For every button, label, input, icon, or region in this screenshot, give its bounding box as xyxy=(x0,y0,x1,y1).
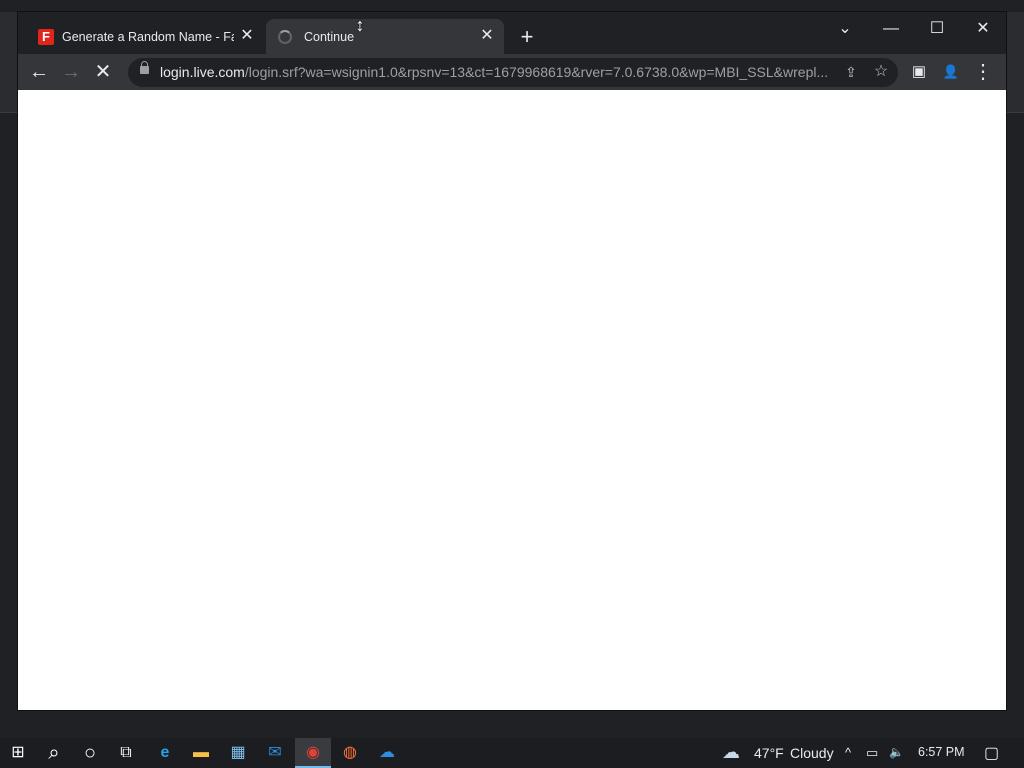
chrome-icon[interactable]: ◉ xyxy=(295,738,331,768)
edge-icon[interactable]: e xyxy=(147,738,183,768)
tab-search-chevron-icon[interactable]: ⌄ xyxy=(822,16,868,42)
close-window-button[interactable]: ✕ xyxy=(960,16,1006,42)
store-icon[interactable]: ▦ xyxy=(220,738,256,768)
task-view-icon[interactable]: ⧉ xyxy=(108,738,144,768)
bookmark-star-icon[interactable]: ☆ xyxy=(870,61,892,83)
tab-title: Continue xyxy=(304,29,355,44)
url-text[interactable]: login.live.com/login.srf?wa=wsignin1.0&r… xyxy=(160,64,830,80)
share-icon[interactable]: ⇪ xyxy=(840,61,862,83)
minimize-button[interactable]: — xyxy=(868,16,914,42)
side-panel-icon[interactable]: ▣ xyxy=(906,59,932,85)
notifications-icon[interactable]: ▢ xyxy=(984,743,999,763)
clock[interactable]: 6:57 PM xyxy=(918,745,965,759)
start-button[interactable]: ⊞ xyxy=(0,738,36,768)
firefox-icon[interactable]: ◍ xyxy=(332,738,368,768)
back-button[interactable]: ← xyxy=(26,59,52,85)
taskbar: ⊞ ⌕ ○ ⧉ e ▬ ▦ ✉ ◉ ◍ ☁ ☁ 47°F Cloudy ^ ▭ … xyxy=(0,738,1024,768)
fakename-f-icon: F xyxy=(38,28,54,45)
weather-condition[interactable]: Cloudy xyxy=(790,745,834,761)
address-bar[interactable]: login.live.com/login.srf?wa=wsignin1.0&r… xyxy=(128,58,898,87)
weather-cloud-icon[interactable]: ☁ xyxy=(722,742,740,763)
url-host: login.live.com xyxy=(160,64,245,80)
close-tab-icon[interactable]: ✕ xyxy=(478,27,496,45)
browser-toolbar: ← → ✕ login.live.com/login.srf?wa=wsigni… xyxy=(18,54,1006,90)
profile-icon[interactable]: 👤 xyxy=(938,59,964,85)
close-tab-icon[interactable]: ✕ xyxy=(238,27,256,45)
volume-icon[interactable]: 🔈 xyxy=(889,745,904,759)
maximize-button[interactable]: ☐ xyxy=(914,16,960,42)
tab-continue[interactable]: Continue ✕ xyxy=(266,19,504,54)
menu-icon[interactable]: ⋮ xyxy=(970,59,996,85)
tab-strip: F Generate a Random Name - Fake ✕ Contin… xyxy=(18,12,1006,54)
cortana-icon[interactable]: ○ xyxy=(72,738,108,768)
tab-title: Generate a Random Name - Fake xyxy=(62,29,234,44)
forward-button[interactable]: → xyxy=(58,59,84,85)
loading-spinner-icon xyxy=(278,29,292,44)
page-content[interactable] xyxy=(18,90,1006,710)
url-path: /login.srf?wa=wsignin1.0&rpsnv=13&ct=167… xyxy=(244,64,829,80)
browser-window: F Generate a Random Name - Fake ✕ Contin… xyxy=(18,12,1006,710)
lock-icon[interactable] xyxy=(140,61,149,74)
network-icon[interactable]: ▭ xyxy=(866,745,878,761)
weather-temperature[interactable]: 47°F xyxy=(754,745,784,761)
mail-icon[interactable]: ✉ xyxy=(257,738,293,768)
tab-fake-name-generator[interactable]: F Generate a Random Name - Fake ✕ xyxy=(28,19,264,54)
file-explorer-icon[interactable]: ▬ xyxy=(183,738,219,768)
search-icon[interactable]: ⌕ xyxy=(36,738,72,768)
new-tab-button[interactable]: + xyxy=(516,26,538,48)
stop-loading-button[interactable]: ✕ xyxy=(90,59,116,85)
onedrive-icon[interactable]: ☁ xyxy=(369,738,405,768)
tray-chevron-icon[interactable]: ^ xyxy=(845,745,851,760)
resize-cursor-icon: ↕ xyxy=(355,15,365,35)
